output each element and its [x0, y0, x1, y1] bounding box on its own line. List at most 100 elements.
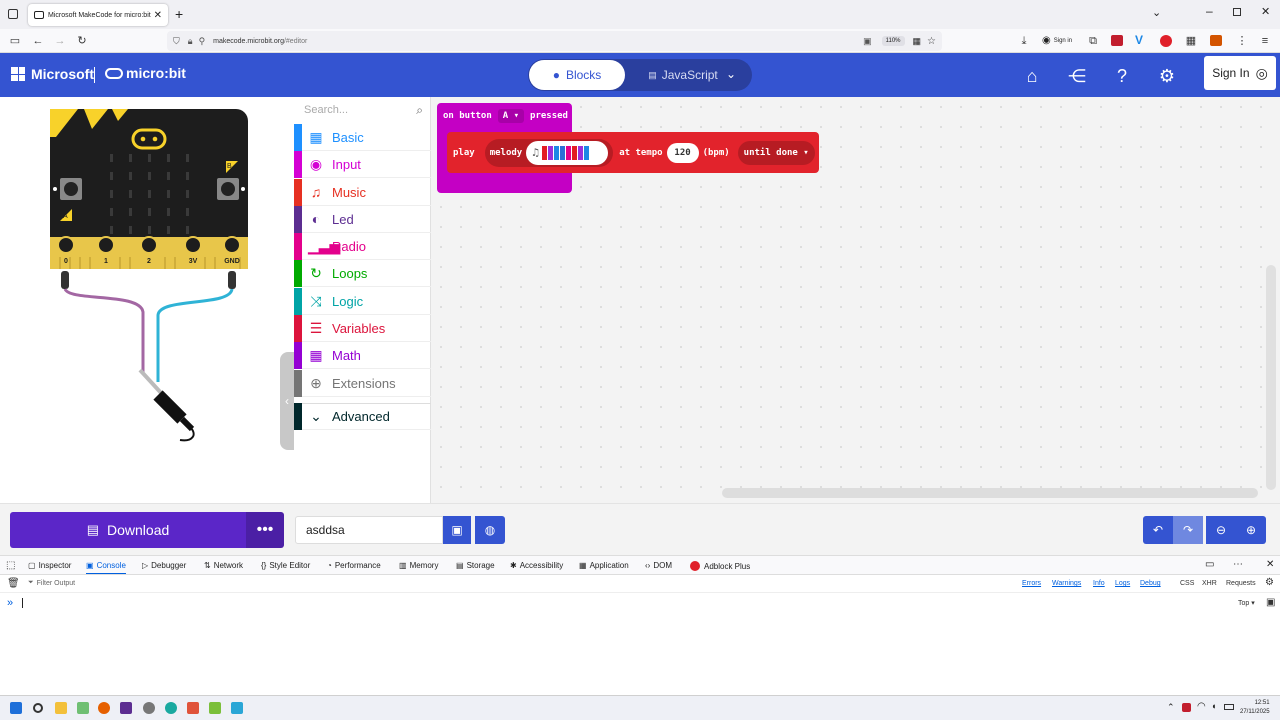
devtools-tab-dom[interactable]: ‹› DOM — [645, 561, 672, 570]
new-tab-icon[interactable]: + — [175, 6, 183, 22]
volume-icon[interactable]: ◖ — [1211, 701, 1216, 711]
category-extensions[interactable]: ⊕ Extensions — [294, 369, 431, 397]
devtools-menu-icon[interactable]: ⋯ — [1233, 559, 1243, 570]
app-icon-5[interactable] — [231, 702, 243, 714]
back-icon[interactable]: ← — [31, 34, 45, 48]
workspace-vertical-scrollbar[interactable] — [1266, 265, 1276, 490]
filter-xhr[interactable]: XHR — [1202, 580, 1217, 587]
help-icon[interactable]: ? — [1111, 65, 1133, 87]
devtools-tab-application[interactable]: ▦ Application — [579, 561, 629, 570]
devtools-tab-memory[interactable]: ▥ Memory — [399, 561, 438, 570]
filter-requests[interactable]: Requests — [1226, 580, 1256, 587]
gear-icon[interactable]: ⚙ — [1156, 65, 1178, 87]
app-icon-3[interactable] — [187, 702, 199, 714]
download-button[interactable]: ▤ Download — [10, 512, 246, 548]
button-dropdown[interactable]: A ▾ — [497, 109, 525, 123]
workspace-horizontal-scrollbar[interactable] — [722, 488, 1258, 498]
blocks-tab[interactable]: ● Blocks — [529, 60, 625, 90]
extension-v-icon[interactable]: V — [1135, 33, 1143, 47]
wifi-icon[interactable]: ◠ — [1197, 701, 1206, 712]
microbit-simulator[interactable]: A B 0 1 2 3V GND — [0, 97, 294, 503]
url-bar[interactable]: ⛉ 🔒︎ ⚲ makecode.microbit.org /#editor ▣ … — [167, 31, 942, 51]
search-icon[interactable]: ⌕ — [416, 103, 423, 118]
filter-errors[interactable]: Errors — [1022, 580, 1041, 587]
devtools-tab-performance[interactable]: ◔ Performance — [327, 561, 381, 570]
filter-warnings[interactable]: Warnings — [1052, 580, 1081, 587]
file-explorer-icon[interactable] — [55, 702, 67, 714]
devtools-tab-accessibility[interactable]: ✱ Accessibility — [510, 561, 563, 570]
reader-icon[interactable]: ▣ — [863, 36, 872, 47]
category-led[interactable]: ◐ Led — [294, 205, 431, 233]
overflow-menu-icon[interactable]: ⋮ — [1235, 34, 1249, 48]
hamburger-menu-icon[interactable]: ≡ — [1258, 34, 1272, 48]
console-settings-icon[interactable]: ⚙ — [1265, 577, 1274, 588]
adblock-icon[interactable] — [1160, 35, 1172, 47]
play-melody-block[interactable]: play melody ♫ at tempo 120 (bpm) until d… — [447, 132, 819, 173]
reload-icon[interactable]: ↻ — [75, 34, 89, 48]
context-selector[interactable]: Top ▾ — [1238, 599, 1255, 608]
melody-field[interactable]: melody ♫ — [484, 138, 614, 167]
maximize-icon[interactable] — [1233, 8, 1241, 16]
download-icon[interactable]: ⤓ — [1017, 34, 1031, 48]
qr-icon[interactable]: ▦ — [913, 36, 922, 47]
devtools-tab-console[interactable]: ▣ Console — [86, 561, 126, 574]
trash-icon[interactable]: 🗑︎ — [7, 578, 20, 589]
devtools-tab-storage[interactable]: ▤ Storage — [456, 561, 495, 570]
category-loops[interactable]: ↻ Loops — [294, 259, 431, 287]
devtools-tab-inspector[interactable]: ▢ Inspector — [28, 561, 71, 570]
console-input-caret[interactable] — [22, 598, 23, 608]
edge-icon[interactable] — [165, 702, 177, 714]
redo-button[interactable]: ↷ — [1173, 516, 1203, 544]
javascript-tab[interactable]: ▤ JavaScript — [638, 60, 728, 90]
dock-side-icon[interactable]: ▭ — [1205, 559, 1214, 570]
browser-tab[interactable]: Microsoft MakeCode for micro:bit ✕ — [28, 4, 168, 26]
filter-css[interactable]: CSS — [1180, 580, 1194, 587]
extensions-icon[interactable]: ⧉ — [1086, 34, 1100, 48]
toolbox-search-input[interactable]: Search... ⌕ — [294, 97, 431, 123]
category-logic[interactable]: ⤨ Logic — [294, 287, 431, 315]
devtools-tab-style-editor[interactable]: {} Style Editor — [261, 561, 310, 570]
settings-icon[interactable] — [143, 702, 155, 714]
forward-icon[interactable]: → — [53, 34, 67, 48]
sidebar-icon[interactable]: ▭ — [8, 34, 22, 48]
search-icon[interactable] — [33, 703, 43, 713]
battery-icon[interactable] — [1224, 704, 1234, 710]
category-variables[interactable]: ☰ Variables — [294, 314, 431, 342]
microbit-logo[interactable]: micro:bit — [94, 65, 186, 83]
chevron-down-icon[interactable]: ⌄ — [726, 67, 736, 81]
undo-button[interactable]: ↶ — [1143, 516, 1173, 544]
zoom-level[interactable]: 110% — [881, 36, 905, 46]
extension-red-icon[interactable] — [1111, 35, 1123, 46]
save-button[interactable]: ▣ — [443, 516, 471, 544]
filter-info[interactable]: Info — [1093, 580, 1105, 587]
microsoft-logo[interactable]: Microsoft — [11, 66, 94, 82]
tab-list-icon[interactable] — [8, 9, 18, 19]
share-icon[interactable]: ⋲ — [1066, 65, 1088, 87]
minimize-icon[interactable]: – — [1206, 4, 1213, 18]
tempo-input[interactable]: 120 — [666, 142, 699, 163]
category-radio[interactable]: ▁▃▅ Radio — [294, 232, 431, 260]
window-close-icon[interactable]: ✕ — [1261, 5, 1270, 18]
pick-element-icon[interactable]: ⬚ — [6, 560, 15, 571]
extension-orange-icon[interactable] — [1210, 35, 1222, 46]
category-advanced[interactable]: ⌄ Advanced — [294, 403, 431, 430]
bookmark-star-icon[interactable]: ☆ — [927, 36, 936, 47]
tray-app-icon[interactable] — [1182, 703, 1191, 712]
collapse-simulator-button[interactable]: ‹ — [280, 352, 294, 450]
split-console-icon[interactable]: ▣ — [1266, 597, 1275, 608]
app-icon-1[interactable] — [77, 702, 89, 714]
home-icon[interactable]: ⌂ — [1021, 65, 1043, 87]
zoom-in-button[interactable]: ⊕ — [1236, 516, 1266, 544]
melody-editor[interactable]: ♫ — [526, 140, 609, 165]
windows-start-icon[interactable] — [10, 702, 22, 714]
firefox-icon[interactable] — [98, 702, 110, 714]
account-sign-in[interactable]: ◉ Sign in — [1042, 35, 1072, 46]
tray-chevron-icon[interactable]: ⌃ — [1167, 702, 1175, 713]
clock[interactable]: 12:51 27/11/2025 — [1240, 699, 1270, 717]
category-basic[interactable]: ▦ Basic — [294, 123, 431, 151]
devtools-close-icon[interactable]: ✕ — [1266, 559, 1274, 570]
console-output[interactable]: » Top ▾ ▣ — [0, 593, 1280, 695]
extensions-grid-icon[interactable]: ▦ — [1184, 34, 1198, 48]
category-input[interactable]: ◉ Input — [294, 150, 431, 178]
zoom-out-button[interactable]: ⊖ — [1206, 516, 1236, 544]
